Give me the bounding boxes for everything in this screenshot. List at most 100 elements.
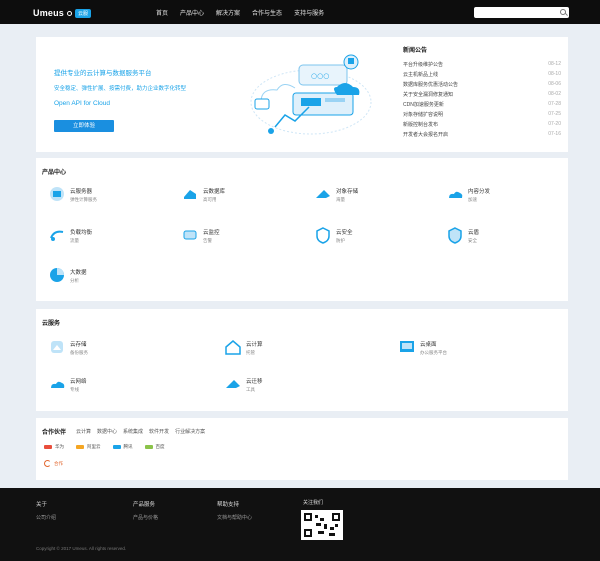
partner-tag[interactable]: 阿里云 (76, 444, 101, 450)
news-item-date: 07-16 (548, 131, 561, 137)
partner-tag[interactable]: 腾讯 (112, 444, 133, 450)
partners-section: 合作伙伴 云计算 数据中心 系统集成 软件开发 行业解决方案 华为 阿里云 腾讯… (36, 418, 568, 480)
product-item-storage[interactable]: 对象存储 海量 (314, 185, 358, 203)
nav-item-partners[interactable]: 合作与生态 (252, 8, 282, 17)
cloud-item-compute[interactable]: 云计算 托管 (224, 338, 263, 356)
news-item[interactable]: 开发者大会报名开启 07-16 (403, 129, 561, 139)
qr-code (301, 510, 343, 540)
nav-item-products[interactable]: 产品中心 (180, 8, 204, 17)
page-footer: 关于 公司介绍 产品服务 产品与价格 帮助支持 文档与帮助中心 关注我们 Cop… (0, 488, 600, 561)
partner-link[interactable]: 云计算 (76, 428, 91, 435)
product-desc: 安全 (468, 238, 477, 243)
storage-icon (316, 190, 330, 198)
news-item-text[interactable]: 平台升级维护公告 (403, 61, 443, 68)
news-item-date: 08-02 (548, 91, 561, 97)
nav-item-home[interactable]: 首页 (156, 8, 168, 17)
news-item-text[interactable]: 开发者大会报名开启 (403, 131, 448, 138)
partner-tag[interactable]: 华为 (44, 444, 64, 450)
copyright-text: Copyright © 2017 Umeus. All rights reser… (36, 546, 127, 551)
qr-heading: 关注我们 (303, 500, 324, 506)
cloud-desc: 备份服务 (70, 350, 88, 355)
product-item-server[interactable]: 云服务器 弹性计算服务 (48, 185, 97, 203)
cloud-services-section: 云服务 云存储 备份服务 云计算 托管 云桌面 办公服务平台 云网络 专线 云迁移 工具 (36, 309, 568, 411)
cloud-icon (449, 191, 463, 198)
news-item-date: 07-25 (548, 111, 561, 117)
qr-code-icon (304, 513, 340, 537)
news-item[interactable]: CDN加速服务更新 07-28 (403, 99, 561, 109)
news-item-text[interactable]: 关于安全漏洞修复通知 (403, 91, 453, 98)
partner-tag-label: 百度 (155, 444, 165, 449)
partner-swatch (112, 445, 121, 449)
news-item[interactable]: 关于安全漏洞修复通知 08-02 (403, 89, 561, 99)
chart-icon (50, 268, 64, 282)
product-item-database[interactable]: 云数据库 高可用 (181, 185, 225, 203)
product-desc: 流量 (70, 238, 79, 243)
product-name: 对象存储 (336, 189, 359, 195)
product-name: 云数据库 (203, 189, 226, 195)
partner-tag[interactable]: 百度 (144, 444, 165, 450)
news-item-text[interactable]: 云主机新品上线 (403, 71, 438, 78)
cloud-name: 云存储 (70, 342, 87, 348)
news-item-text[interactable]: 数据库服务优惠活动公告 (403, 81, 458, 88)
cloud-desc: 工具 (246, 387, 255, 392)
footer-link[interactable]: 产品与价格 (133, 514, 158, 521)
migration-icon (226, 380, 240, 388)
news-item-text[interactable]: CDN加速服务更新 (403, 101, 444, 108)
partner-swatch (44, 445, 52, 449)
news-item-text[interactable]: 新版控制台发布 (403, 121, 438, 128)
site-logo[interactable]: Umeus 云服 (33, 7, 92, 19)
cloud-item-storage[interactable]: 云存储 备份服务 (48, 338, 88, 356)
product-item-security[interactable]: 云安全 防护 (314, 226, 353, 244)
nav-item-support[interactable]: 支持与服务 (294, 8, 324, 17)
monitor-icon (183, 230, 197, 240)
footer-column-heading: 关于 (36, 502, 48, 508)
search-icon[interactable] (560, 9, 566, 15)
product-item-bigdata[interactable]: 大数据 分析 (48, 266, 87, 284)
news-item-date: 07-20 (548, 121, 561, 127)
news-item-date: 08-06 (548, 81, 561, 87)
partners-heading: 合作伙伴 (42, 430, 67, 436)
cloud-item-network[interactable]: 云网络 专线 (48, 375, 87, 393)
footer-link[interactable]: 公司介绍 (36, 514, 56, 521)
top-navigation-bar: Umeus 云服 首页 产品中心 解决方案 合作与生态 支持与服务 (0, 0, 600, 24)
search-box[interactable] (474, 7, 569, 18)
nav-item-solutions[interactable]: 解决方案 (216, 8, 240, 17)
footer-column-heading: 帮助支持 (217, 502, 240, 508)
partner-tag-label: 腾讯 (123, 444, 133, 449)
footer-link[interactable]: 文档与帮助中心 (217, 514, 252, 521)
partner-link[interactable]: 软件开发 (149, 428, 169, 435)
news-item[interactable]: 新版控制台发布 07-20 (403, 119, 561, 129)
product-item-cdn[interactable]: 内容分发 加速 (446, 185, 490, 203)
product-item-monitor[interactable]: 云监控 告警 (181, 226, 220, 244)
partner-logo-item[interactable]: 合作 (44, 460, 63, 467)
product-name: 云安全 (336, 230, 353, 236)
shield-icon (448, 227, 462, 244)
product-desc: 告警 (203, 238, 212, 243)
product-item-shield[interactable]: 云盾 安全 (446, 226, 479, 244)
backup-icon (51, 341, 63, 353)
news-item[interactable]: 数据库服务优惠活动公告 08-06 (403, 79, 561, 89)
product-desc: 弹性计算服务 (70, 197, 97, 202)
news-item[interactable]: 云主机新品上线 08-10 (403, 69, 561, 79)
main-nav: 首页 产品中心 解决方案 合作与生态 支持与服务 (156, 8, 324, 17)
news-item[interactable]: 对象存储扩容说明 07-25 (403, 109, 561, 119)
product-item-balancer[interactable]: 负载均衡 流量 (48, 226, 92, 244)
svg-text:○○○: ○○○ (311, 72, 329, 80)
partner-tag-label: 阿里云 (87, 444, 101, 449)
product-desc: 分析 (70, 278, 79, 283)
cloud-name: 云迁移 (246, 379, 263, 385)
partner-link[interactable]: 数据中心 (97, 428, 117, 435)
partner-link[interactable]: 系统集成 (123, 428, 143, 435)
news-item-date: 07-28 (548, 101, 561, 107)
news-item-text[interactable]: 对象存储扩容说明 (403, 111, 443, 118)
cloud-item-migration[interactable]: 云迁移 工具 (224, 375, 263, 393)
database-icon (184, 190, 196, 199)
partner-link[interactable]: 行业解决方案 (175, 428, 205, 435)
cloud-item-desktop[interactable]: 云桌面 办公服务平台 (398, 338, 447, 356)
banner-tagline: Open API for Cloud (54, 100, 111, 107)
news-item[interactable]: 平台升级维护公告 08-12 (403, 59, 561, 69)
banner-cta-button[interactable]: 立即体验 (54, 120, 114, 132)
news-item-date: 08-10 (548, 71, 561, 77)
search-input[interactable] (478, 9, 553, 16)
product-desc: 防护 (336, 238, 345, 243)
